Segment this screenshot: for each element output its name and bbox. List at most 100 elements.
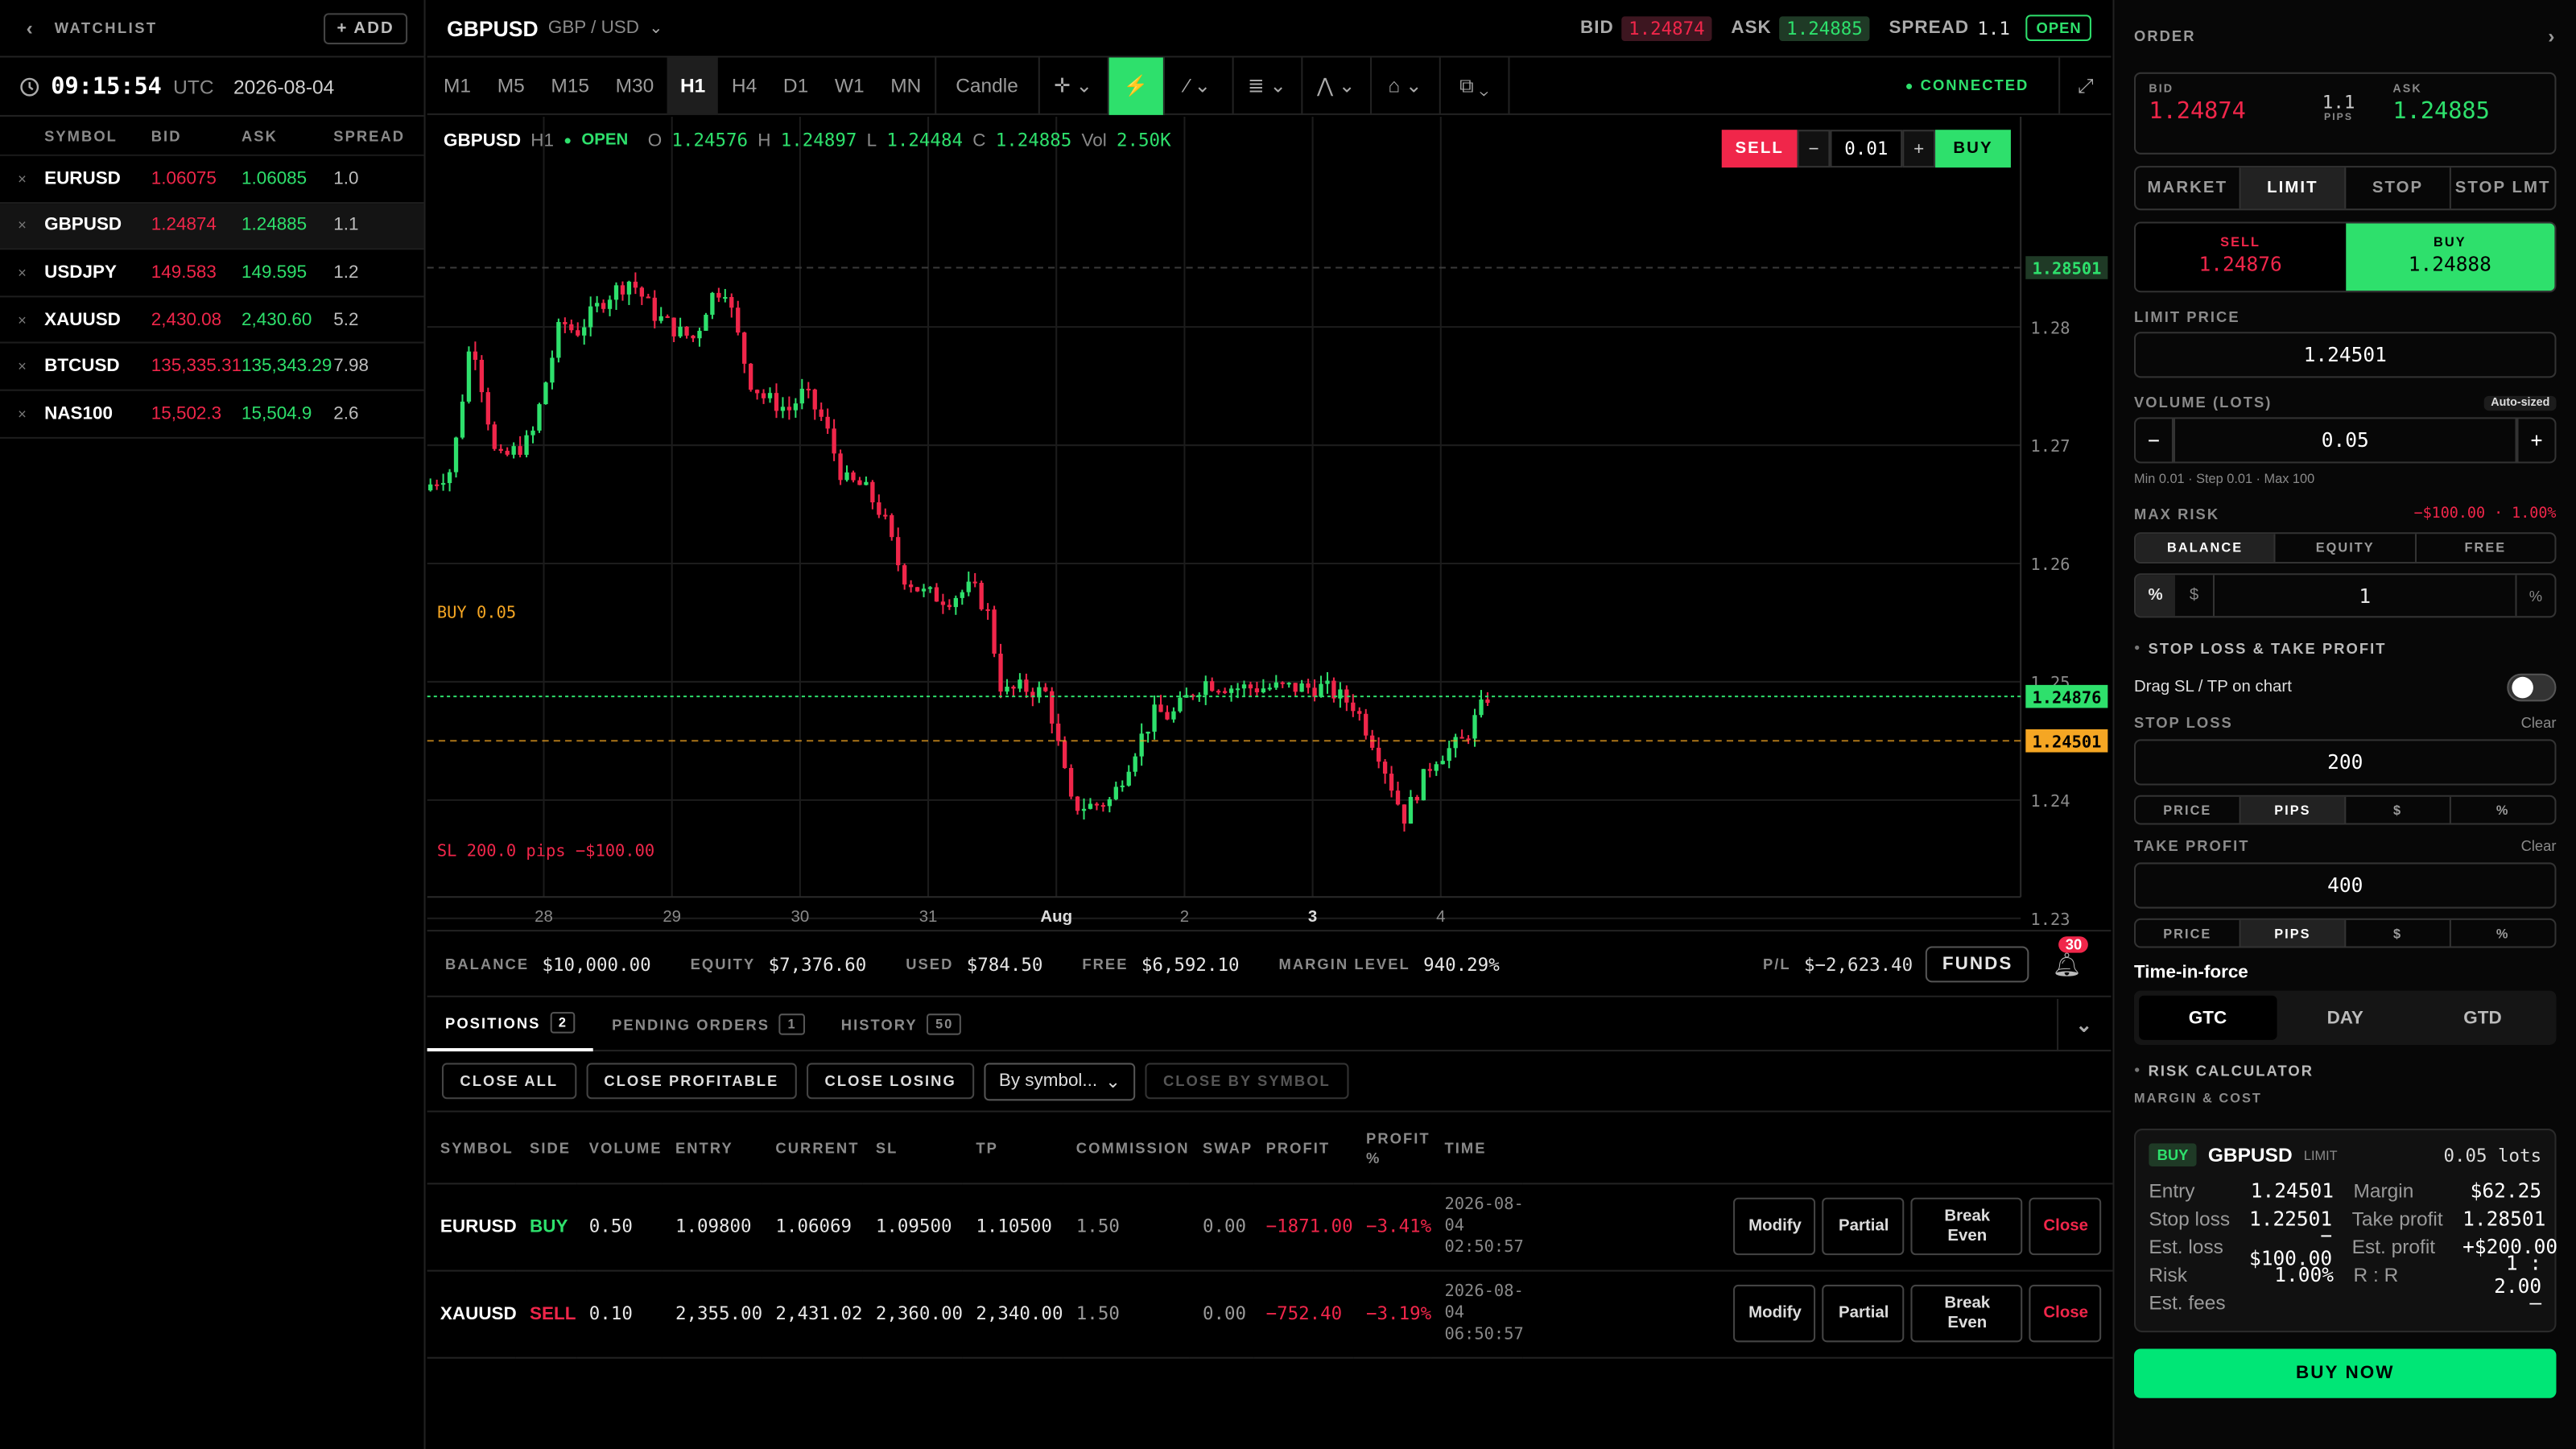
modify-button[interactable]: Modify [1734, 1284, 1817, 1343]
buy-side-button[interactable]: BUY 1.24888 [2345, 223, 2555, 291]
sltp-section[interactable]: ● STOP LOSS & TAKE PROFIT [2134, 641, 2556, 657]
timeframe-w1[interactable]: W1 [822, 56, 877, 114]
col-header[interactable]: SWAP [1189, 1113, 1253, 1184]
risk-base-equity[interactable]: EQUITY [2276, 534, 2417, 562]
watchlist-row[interactable]: × GBPUSD 1.24874 1.24885 1.1 [0, 203, 424, 250]
col-symbol[interactable]: SYMBOL [0, 127, 151, 143]
remove-icon[interactable]: × [0, 406, 44, 422]
sl-unit-price[interactable]: PRICE [2136, 796, 2241, 824]
order-type-market[interactable]: MARKET [2136, 167, 2241, 209]
watchlist-row[interactable]: × NAS100 15,502.3 15,504.9 2.6 [0, 391, 424, 439]
qty-input[interactable]: 0.01 [1830, 130, 1903, 168]
watchlist-row[interactable]: × BTCUSD 135,335.31 135,343.29 7.98 [0, 344, 424, 391]
quick-sell-button[interactable]: SELL [1721, 130, 1798, 168]
timeframe-m1[interactable]: M1 [431, 56, 485, 114]
remove-icon[interactable]: × [0, 265, 44, 281]
take-profit-input[interactable]: 400 [2133, 862, 2557, 909]
modify-button[interactable]: Modify [1734, 1197, 1817, 1256]
tab-history[interactable]: HISTORY 50 [823, 998, 980, 1051]
timeframe-mn[interactable]: MN [877, 56, 935, 114]
sl-unit-pips[interactable]: PIPS [2240, 796, 2347, 824]
volume-plus-button[interactable]: + [2516, 417, 2557, 464]
tif-gtc[interactable]: GTC [2139, 995, 2277, 1040]
position-row[interactable]: EURUSD BUY 0.50 1.09800 1.06069 1.09500 1.1050… [427, 1183, 2116, 1271]
risk-input[interactable]: 1 [2215, 575, 2515, 616]
break-even-button[interactable]: Break Even [1911, 1284, 2024, 1343]
risk-base-balance[interactable]: BALANCE [2136, 534, 2277, 562]
fullscreen-icon[interactable]: ⤢ [2058, 56, 2111, 114]
chevron-left-icon[interactable]: ‹ [27, 16, 35, 39]
remove-icon[interactable]: × [0, 312, 44, 328]
buy-order-line-label[interactable]: BUY 0.05 [437, 605, 516, 622]
chevron-down-icon[interactable]: ⌄ [649, 19, 663, 36]
timeframe-d1[interactable]: D1 [770, 56, 822, 114]
col-header[interactable]: TIME [1431, 1113, 1524, 1184]
watchlist-row[interactable]: × EURUSD 1.06075 1.06085 1.0 [0, 156, 424, 204]
price-chart[interactable]: 1.28 1.27 1.26 1.25 1.24 1.23 28 29 30 31 Aug 2 3 4 1.… [427, 116, 2112, 989]
col-header[interactable]: TP [963, 1113, 1063, 1184]
sl-unit-[interactable]: % [2451, 797, 2555, 824]
tif-day[interactable]: DAY [2277, 996, 2414, 1040]
col-header[interactable]: SYMBOL [427, 1113, 517, 1184]
qty-plus-button[interactable]: + [1902, 130, 1936, 168]
add-symbol-button[interactable]: + ADD [324, 12, 408, 44]
limit-price-input[interactable]: 1.24501 [2133, 332, 2557, 378]
timeframe-h1[interactable]: H1 [667, 56, 719, 114]
timeframe-m5[interactable]: M5 [484, 56, 538, 114]
timeframe-m15[interactable]: M15 [538, 56, 602, 114]
remove-icon[interactable]: × [0, 171, 44, 187]
symbol-select[interactable]: By symbol... ⌄ [984, 1062, 1136, 1100]
position-row[interactable]: XAUUSD SELL 0.10 2,355.00 2,431.02 2,360.00 2,… [427, 1269, 2116, 1358]
partial-button[interactable]: Partial [1823, 1197, 1905, 1256]
order-type-stop-lmt[interactable]: STOP LMT [2451, 167, 2555, 208]
timeframe-m30[interactable]: M30 [602, 56, 667, 114]
chart-canvas[interactable]: 1.281.271.261.251.241.2328 29 30 31 Aug 2 3 41.… [427, 116, 2112, 989]
risk-calc-section[interactable]: ● RISK CALCULATOR [2134, 1063, 2556, 1079]
buy-now-button[interactable]: BUY NOW [2133, 1348, 2557, 1398]
col-header[interactable]: ENTRY [662, 1113, 763, 1184]
chevron-right-icon[interactable]: › [2548, 25, 2556, 48]
remove-icon[interactable]: × [0, 217, 44, 233]
chart-type-button[interactable]: Candle [936, 56, 1038, 114]
remove-icon[interactable]: × [0, 358, 44, 374]
sell-side-button[interactable]: SELL 1.24876 [2136, 223, 2346, 291]
col-header[interactable]: VOLUME [576, 1113, 663, 1184]
template-icon[interactable]: ⌂ ⌄ [1372, 56, 1441, 114]
close-all-button[interactable]: CLOSE ALL [441, 1063, 576, 1100]
col-header[interactable]: PROFIT [1253, 1113, 1353, 1184]
break-even-button[interactable]: Break Even [1911, 1197, 2024, 1256]
line-tool-icon[interactable]: ⁄ ⌄ [1164, 56, 1234, 114]
funds-button[interactable]: FUNDS [1926, 946, 2029, 983]
col-header[interactable]: SIDE [516, 1113, 576, 1184]
close-losing-button[interactable]: CLOSE LOSING [807, 1063, 975, 1100]
bell-icon[interactable]: 🔔︎ 30 [2052, 935, 2089, 979]
risk-base-free[interactable]: FREE [2416, 534, 2554, 562]
take-profit-clear[interactable]: Clear [2521, 838, 2557, 854]
close-profitable-button[interactable]: CLOSE PROFITABLE [585, 1063, 797, 1100]
quick-buy-button[interactable]: BUY [1935, 130, 2011, 168]
qty-minus-button[interactable]: − [1797, 130, 1831, 168]
watchlist-row[interactable]: × USDJPY 149.583 149.595 1.2 [0, 250, 424, 297]
close-position-button[interactable]: Close [2029, 1197, 2103, 1256]
lines-icon[interactable]: ≣ ⌄ [1233, 56, 1302, 114]
collapse-chevron-icon[interactable]: ⌄ [2057, 997, 2111, 1051]
risk-dollar-toggle[interactable]: $ [2175, 575, 2215, 617]
col-header[interactable]: PROFIT % [1352, 1113, 1432, 1184]
tab-positions[interactable]: POSITIONS 2 [427, 998, 594, 1051]
indicator-icon[interactable]: ⋀ ⌄ [1302, 56, 1372, 114]
col-header[interactable]: COMMISSION [1063, 1113, 1190, 1184]
timeframe-h4[interactable]: H4 [719, 56, 770, 114]
close-by-symbol-button[interactable]: CLOSE BY SYMBOL [1145, 1063, 1349, 1100]
order-type-limit[interactable]: LIMIT [2240, 167, 2347, 209]
volume-minus-button[interactable]: − [2133, 417, 2174, 464]
sl-line-label[interactable]: SL 200.0 pips −$100.00 [437, 843, 654, 861]
partial-button[interactable]: Partial [1823, 1284, 1905, 1343]
close-position-button[interactable]: Close [2029, 1284, 2103, 1343]
col-ask[interactable]: ASK [242, 127, 333, 143]
volume-input[interactable]: 0.05 [2173, 417, 2517, 464]
col-header[interactable]: CURRENT [762, 1113, 863, 1184]
risk-percent-toggle[interactable]: % [2136, 575, 2176, 617]
col-bid[interactable]: BID [151, 127, 242, 143]
stop-loss-input[interactable]: 200 [2133, 739, 2557, 786]
lightning-icon[interactable]: ⚡ [1108, 56, 1165, 114]
